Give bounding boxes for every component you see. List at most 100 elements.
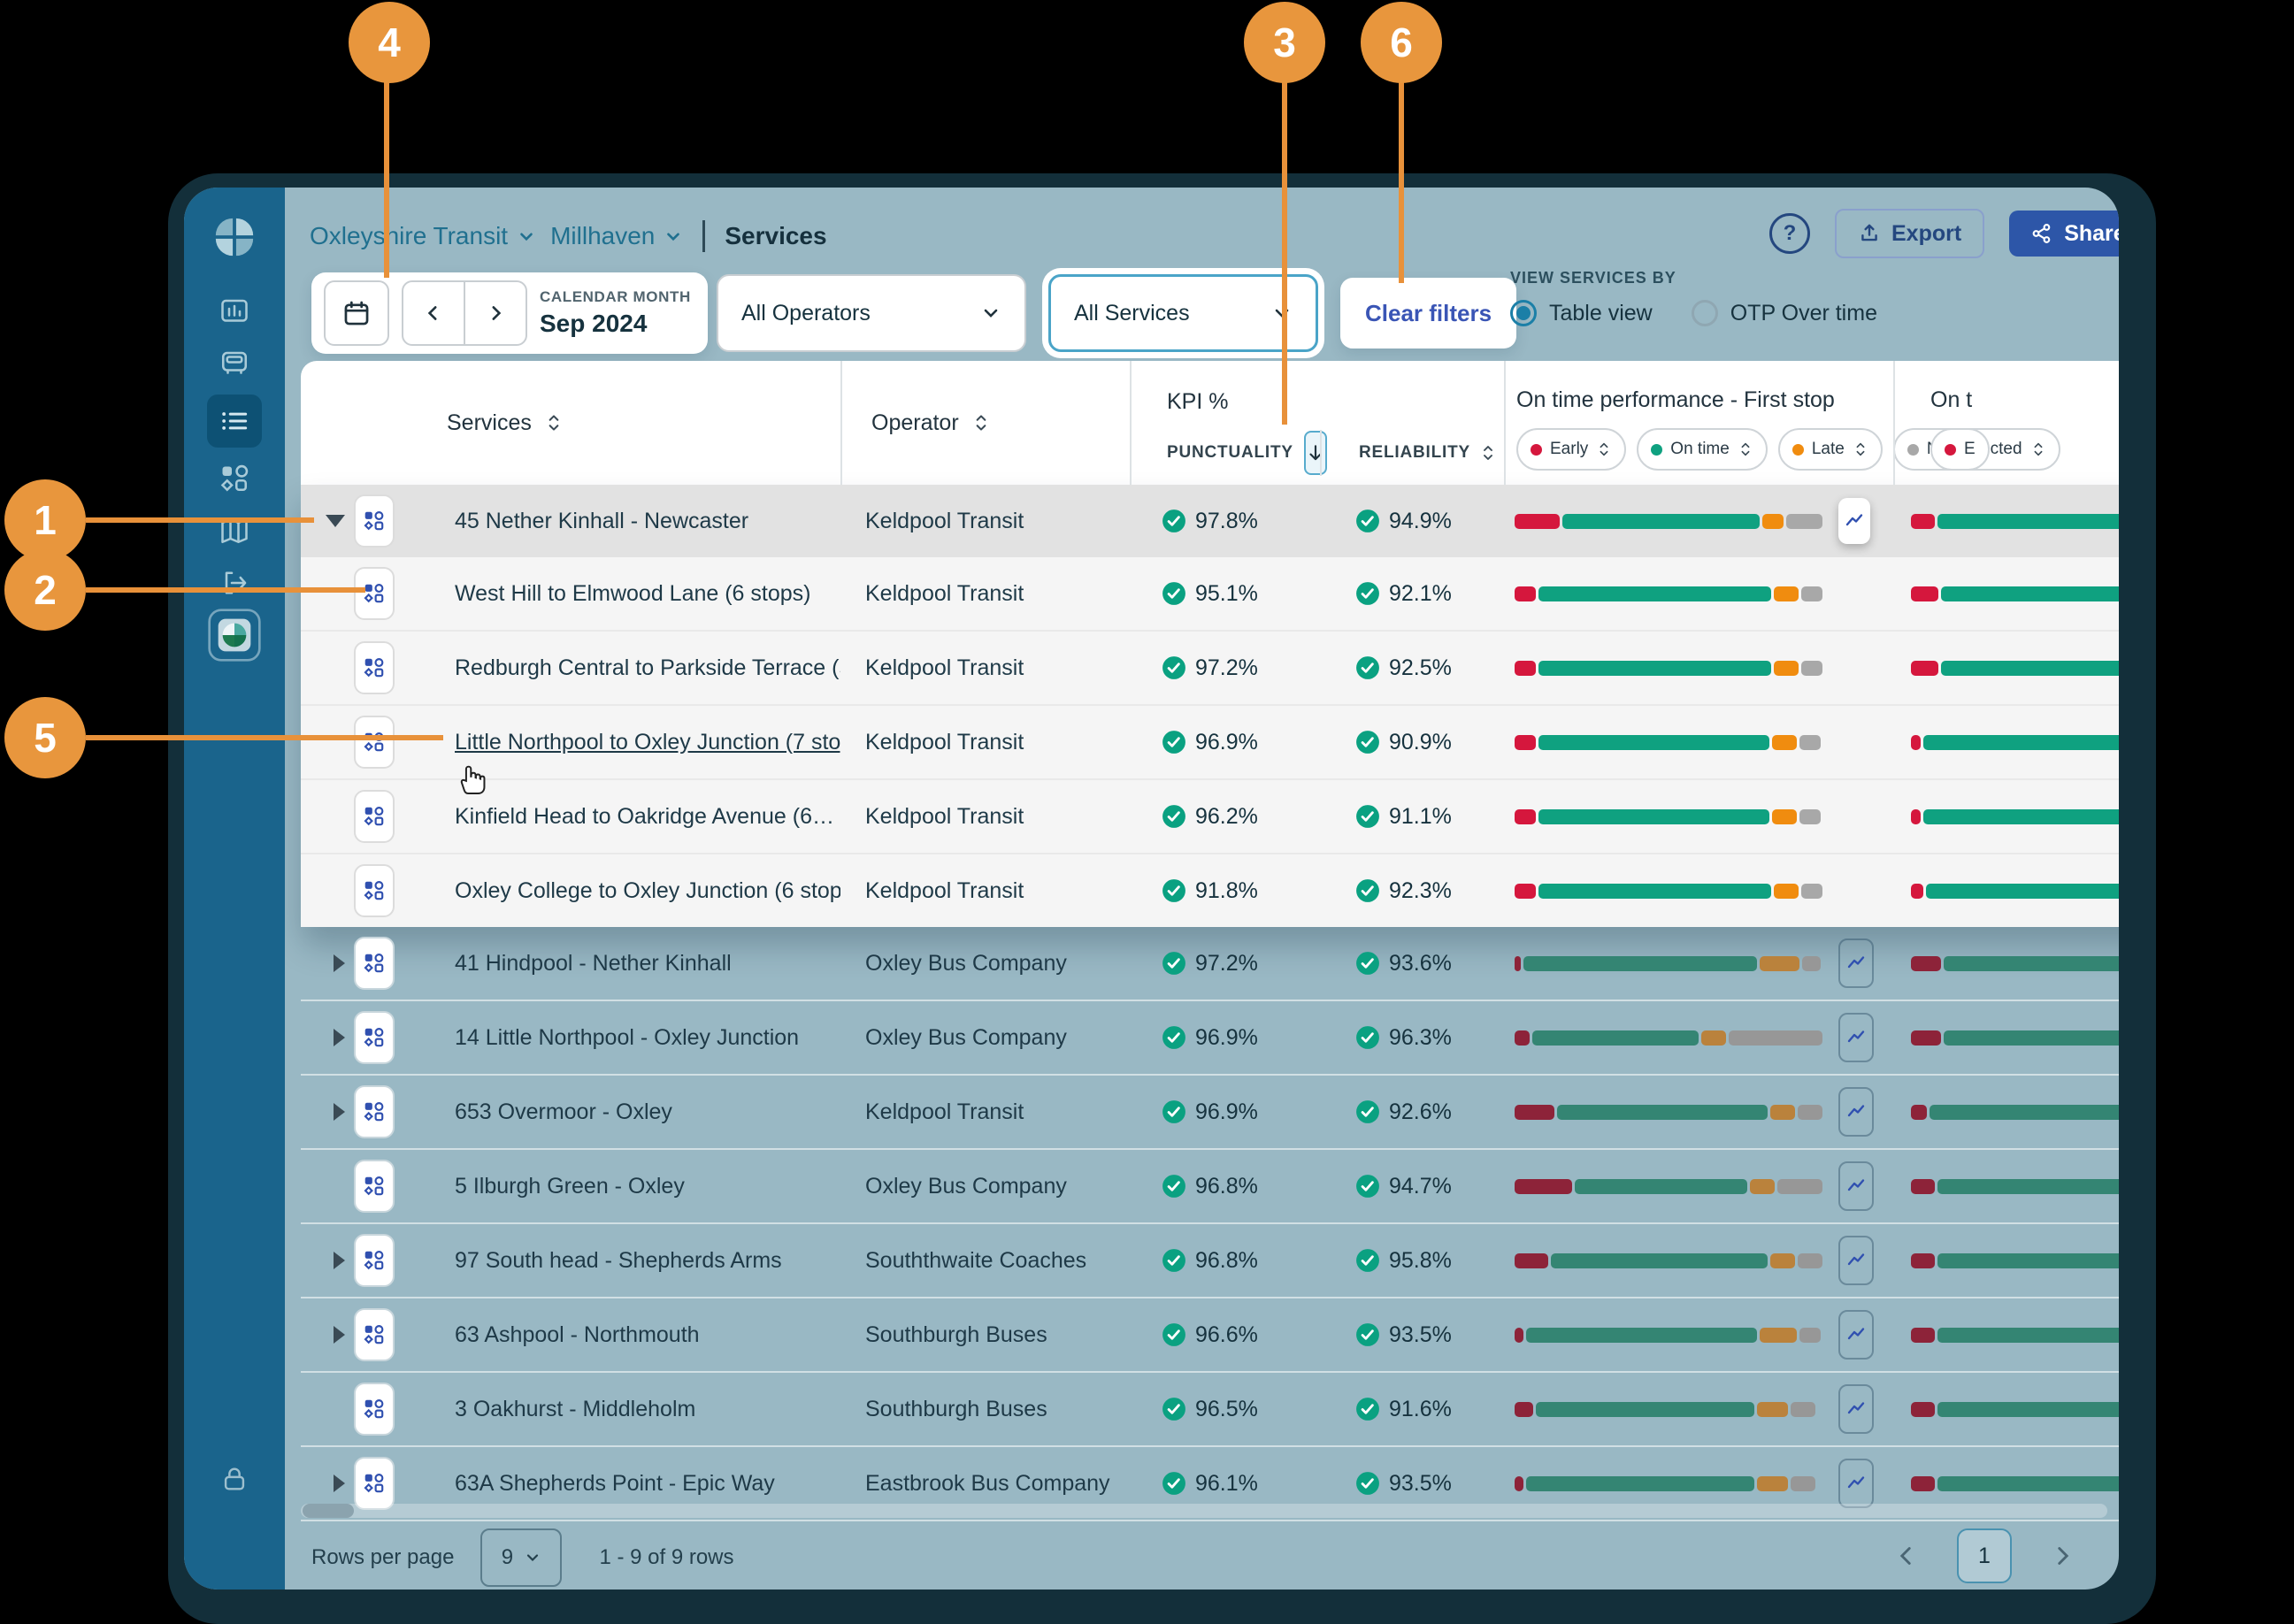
export-upload-icon <box>1858 222 1881 245</box>
sidebar-item-services[interactable] <box>207 395 262 448</box>
next-month-button[interactable] <box>465 282 526 344</box>
service-name[interactable]: 653 Overmoor - Oxley <box>455 1099 672 1124</box>
expand-toggle[interactable] <box>334 954 345 972</box>
service-name[interactable]: 63A Shepherds Point - Epic Way <box>455 1471 775 1496</box>
table-row[interactable]: 653 Overmoor - Oxley Keldpool Transit 96… <box>301 1074 2119 1148</box>
service-name[interactable]: 97 South head - Shepherds Arms <box>455 1248 782 1273</box>
service-name[interactable]: Little Northpool to Oxley Junction (7 st… <box>455 730 840 755</box>
services-filter-dropdown[interactable]: All Services <box>1048 274 1318 352</box>
service-name[interactable]: 5 Ilburgh Green - Oxley <box>455 1174 685 1199</box>
service-name[interactable]: 45 Nether Kinhall - Newcaster <box>455 509 748 533</box>
otp-chip-late[interactable]: Late <box>1778 428 1883 471</box>
help-button[interactable]: ? <box>1769 213 1810 254</box>
table-header: Services Operator KPI % <box>301 361 2119 485</box>
punctuality-value: 91.8% <box>1195 878 1258 904</box>
punctuality-value: 96.5% <box>1195 1397 1258 1422</box>
expand-toggle[interactable] <box>334 1475 345 1492</box>
otp-chip-early[interactable]: Early <box>1516 428 1626 471</box>
service-name[interactable]: 14 Little Northpool - Oxley Junction <box>455 1025 799 1050</box>
service-stops-icon <box>354 1308 395 1361</box>
screenshot-canvas: Oxleyshire Transit Millhaven Services <box>0 0 2294 1624</box>
breadcrumb-authority[interactable]: Oxleyshire Transit <box>310 222 536 250</box>
column-header-reliability[interactable]: RELIABILITY <box>1359 443 1470 463</box>
operators-filter-dropdown[interactable]: All Operators <box>717 274 1026 352</box>
table-row[interactable]: 41 Hindpool - Nether Kinhall Oxley Bus C… <box>301 927 2119 1000</box>
callout-line-4 <box>384 81 389 278</box>
radio-otp-over-time[interactable]: OTP Over time <box>1692 300 1877 326</box>
sidebar-item-dashboard[interactable] <box>211 290 257 333</box>
sidebar-item-components[interactable] <box>211 457 257 500</box>
sidebar-item-map[interactable] <box>211 509 257 552</box>
callout-line-2 <box>86 587 365 593</box>
trend-chart-button[interactable] <box>1838 1161 1874 1211</box>
table-row[interactable]: Oxley College to Oxley Junction (6 stops… <box>301 853 2119 927</box>
table-row[interactable]: Redburgh Central to Parkside Terrace (5…… <box>301 630 2119 704</box>
sort-icon <box>1853 440 1868 459</box>
collapse-row-toggle[interactable] <box>326 515 345 527</box>
previous-page-button[interactable] <box>1895 1544 1918 1567</box>
next-page-button[interactable] <box>2051 1544 2074 1567</box>
check-circle-icon <box>1162 655 1186 680</box>
expand-toggle[interactable] <box>334 1252 345 1269</box>
table-row[interactable]: Little Northpool to Oxley Junction (7 st… <box>301 704 2119 778</box>
rows-per-page-select[interactable]: 9 <box>480 1528 562 1587</box>
line-chart-icon <box>1845 1250 1867 1271</box>
sort-icon[interactable] <box>1479 442 1497 463</box>
expand-toggle[interactable] <box>334 1029 345 1046</box>
clear-filters-button[interactable]: Clear filters <box>1340 278 1516 349</box>
page-title: Services <box>725 222 826 250</box>
scrollbar-thumb[interactable] <box>303 1504 354 1518</box>
expand-toggle[interactable] <box>334 1103 345 1121</box>
app-window: Oxleyshire Transit Millhaven Services <box>168 173 2156 1624</box>
reliability-value: 92.5% <box>1389 655 1452 681</box>
sort-icon[interactable] <box>971 411 991 434</box>
trend-chart-button[interactable] <box>1838 1310 1874 1360</box>
table-row[interactable]: West Hill to Elmwood Lane (6 stops) Keld… <box>301 557 2119 630</box>
trend-chart-button[interactable] <box>1838 498 1870 544</box>
radio-unselected-icon <box>1692 300 1718 326</box>
table-row[interactable]: 14 Little Northpool - Oxley Junction Oxl… <box>301 1000 2119 1074</box>
column-header-operator[interactable]: Operator <box>871 410 959 436</box>
service-name[interactable]: Redburgh Central to Parkside Terrace (5… <box>455 655 840 680</box>
otp-second-chip-early[interactable]: E <box>1930 428 1990 471</box>
otp-chip-on-time[interactable]: On time <box>1637 428 1768 471</box>
column-header-services[interactable]: Services <box>447 410 532 436</box>
table-row[interactable]: 97 South head - Shepherds Arms Souththwa… <box>301 1222 2119 1297</box>
column-header-punctuality[interactable]: PUNCTUALITY <box>1167 443 1293 463</box>
table-row[interactable]: Kinfield Head to Oakridge Avenue (6… Kel… <box>301 778 2119 853</box>
check-circle-icon <box>1162 804 1186 829</box>
sidebar-item-app-badge[interactable] <box>211 614 257 656</box>
service-name[interactable]: 3 Oakhurst - Middleholm <box>455 1397 695 1421</box>
sort-icon[interactable] <box>544 411 564 434</box>
table-row[interactable]: 45 Nether Kinhall - Newcaster Keldpool T… <box>301 485 2119 557</box>
operator-name: Oxley Bus Company <box>865 951 1067 976</box>
table-row[interactable]: 63 Ashpool - Northmouth Southburgh Buses… <box>301 1297 2119 1371</box>
breadcrumb-area[interactable]: Millhaven <box>550 222 683 250</box>
previous-month-button[interactable] <box>403 282 465 344</box>
service-name[interactable]: 63 Ashpool - Northmouth <box>455 1322 700 1347</box>
table-row[interactable]: 5 Ilburgh Green - Oxley Oxley Bus Compan… <box>301 1148 2119 1222</box>
share-button[interactable]: Share <box>2009 211 2119 257</box>
check-circle-icon <box>1355 581 1380 606</box>
table-row[interactable]: 3 Oakhurst - Middleholm Southburgh Buses… <box>301 1371 2119 1445</box>
sidebar-item-vehicles[interactable] <box>211 342 257 385</box>
service-name[interactable]: Oxley College to Oxley Junction (6 stops… <box>455 878 840 903</box>
reliability-value: 91.1% <box>1389 804 1452 830</box>
trend-chart-button[interactable] <box>1838 1013 1874 1062</box>
radio-table-view[interactable]: Table view <box>1510 300 1653 326</box>
line-chart-icon <box>1845 1324 1867 1345</box>
export-button[interactable]: Export <box>1835 209 1984 258</box>
sidebar-item-sign-out[interactable] <box>211 562 257 604</box>
expand-toggle[interactable] <box>334 1326 345 1344</box>
page-number-button[interactable]: 1 <box>1957 1528 2012 1583</box>
service-name[interactable]: Kinfield Head to Oakridge Avenue (6… <box>455 804 834 829</box>
top-actions: ? Export <box>1769 209 2119 258</box>
service-name[interactable]: 41 Hindpool - Nether Kinhall <box>455 951 732 976</box>
trend-chart-button[interactable] <box>1838 1459 1874 1508</box>
calendar-button[interactable] <box>324 280 389 346</box>
service-name[interactable]: West Hill to Elmwood Lane (6 stops) <box>455 581 810 606</box>
trend-chart-button[interactable] <box>1838 1384 1874 1434</box>
trend-chart-button[interactable] <box>1838 938 1874 988</box>
trend-chart-button[interactable] <box>1838 1236 1874 1285</box>
trend-chart-button[interactable] <box>1838 1087 1874 1137</box>
